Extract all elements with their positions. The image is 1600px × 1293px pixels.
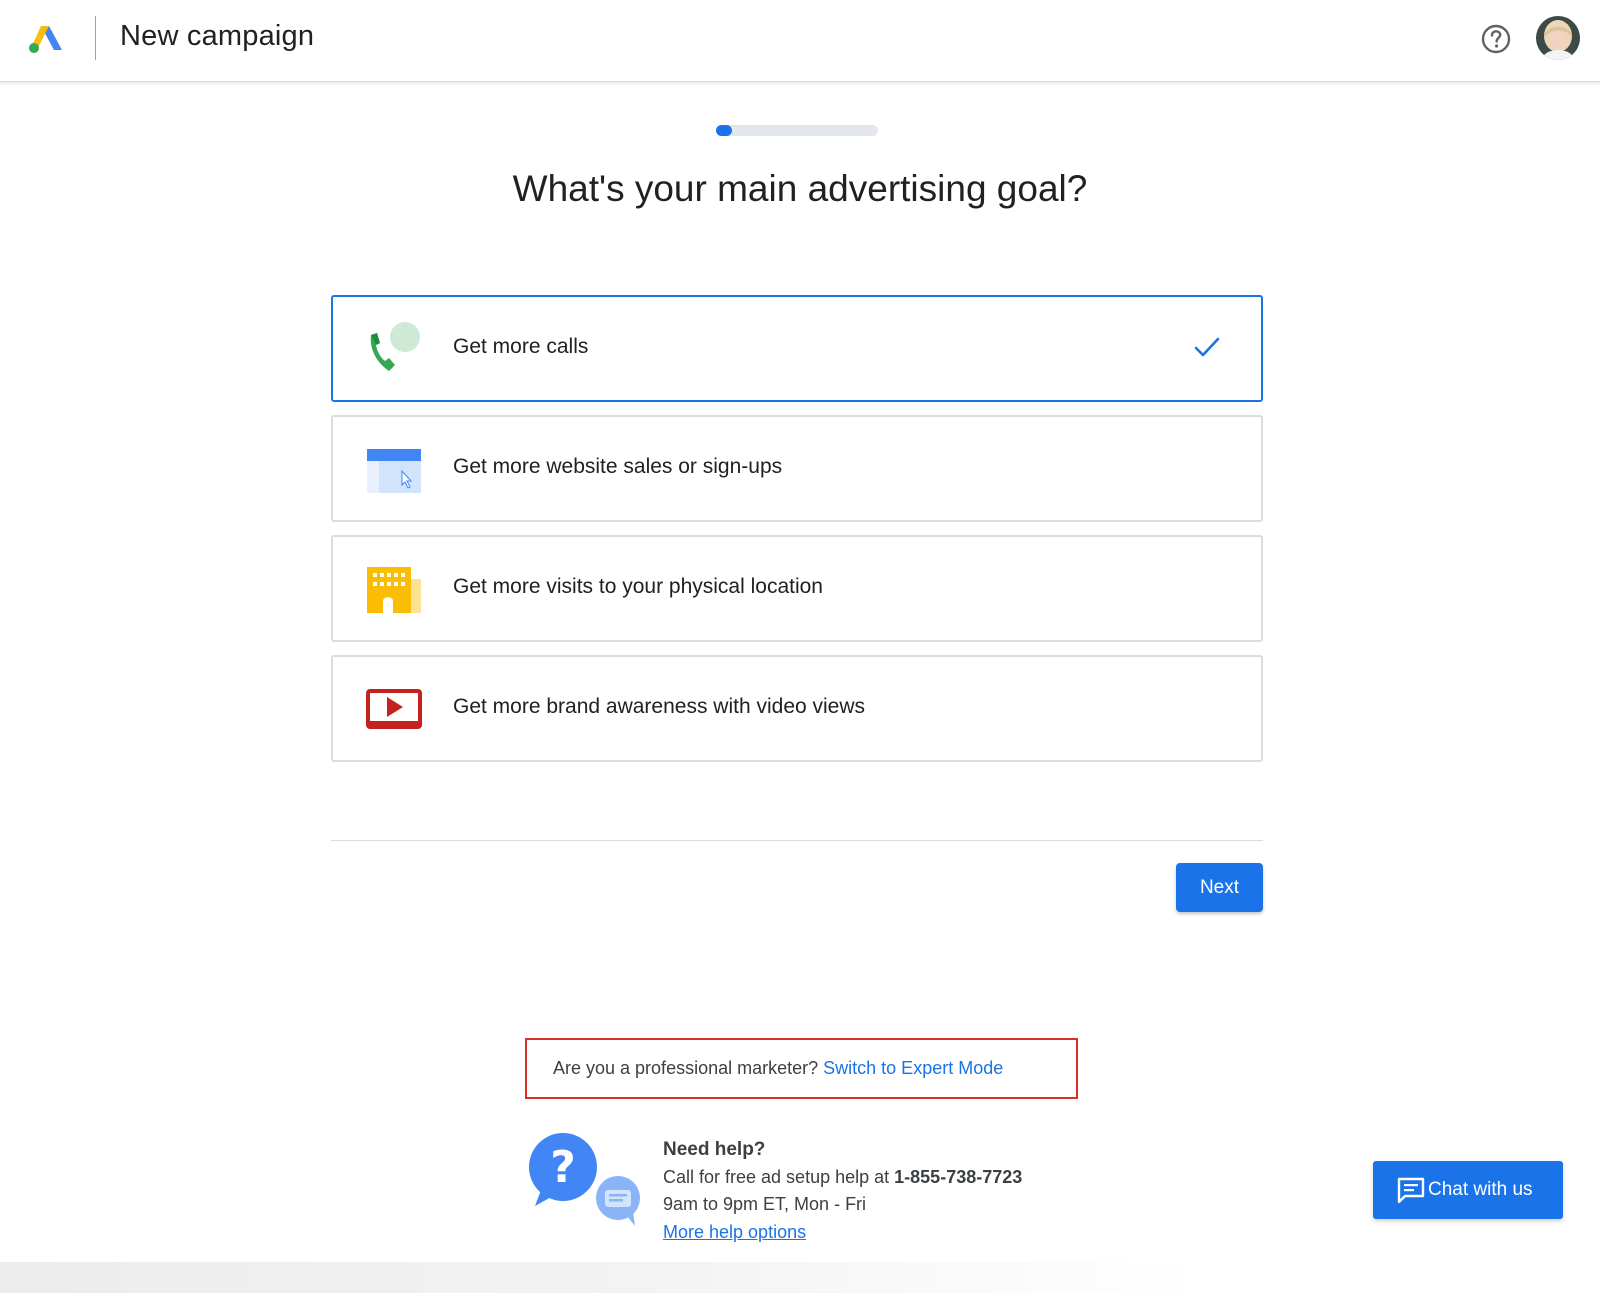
goal-option-brand-awareness[interactable]: Get more brand awareness with video view… (331, 655, 1263, 762)
goal-option-label: Get more calls (453, 335, 589, 358)
expert-mode-text: Are you a professional marketer? Switch … (553, 1058, 1003, 1079)
switch-to-expert-mode-link[interactable]: Switch to Expert Mode (823, 1058, 1003, 1078)
help-phone-number[interactable]: 1-855-738-7723 (894, 1167, 1022, 1187)
chat-button-label: Chat with us (1428, 1179, 1533, 1200)
checkmark-icon (1194, 337, 1220, 357)
help-chat-bubbles-icon: ? (529, 1133, 640, 1226)
chat-with-us-button[interactable]: Chat with us (1373, 1161, 1563, 1219)
help-info: Need help? Call for free ad setup help a… (663, 1136, 1022, 1246)
chat-icon (1397, 1177, 1425, 1203)
progress-bar-fill (716, 125, 733, 136)
svg-text:?: ? (550, 1142, 576, 1193)
page-title-header: New campaign (120, 20, 315, 52)
goal-question-heading: What's your main advertising goal? (512, 168, 1088, 209)
expert-mode-prompt: Are you a professional marketer? (553, 1058, 819, 1078)
help-call-line: Call for free ad setup help at 1-855-738… (663, 1164, 1022, 1192)
goal-options-list: Get more calls Get more website sales or… (331, 295, 1263, 775)
more-help-options-link[interactable]: More help options (663, 1222, 806, 1242)
user-avatar-icon (1536, 16, 1580, 60)
next-button[interactable]: Next (1176, 863, 1263, 912)
avatar[interactable] (1536, 16, 1580, 60)
section-divider (331, 840, 1263, 841)
goal-option-label: Get more brand awareness with video view… (453, 695, 866, 718)
video-play-icon (366, 689, 422, 729)
goal-option-website-sales[interactable]: Get more website sales or sign-ups (331, 415, 1263, 522)
help-circle-icon[interactable] (1480, 23, 1512, 55)
header-divider (95, 16, 96, 60)
goal-option-physical-visits[interactable]: Get more visits to your physical locatio… (331, 535, 1263, 642)
goal-option-calls[interactable]: Get more calls (331, 295, 1263, 402)
help-call-text: Call for free ad setup help at (663, 1166, 890, 1187)
help-heading: Need help? (663, 1139, 766, 1160)
help-hours: 9am to 9pm ET, Mon - Fri (663, 1194, 867, 1214)
progress-bar (716, 125, 878, 136)
browser-cursor-icon (367, 449, 421, 493)
google-ads-logo[interactable] (28, 24, 64, 54)
goal-option-label: Get more website sales or sign-ups (453, 455, 783, 478)
goal-option-label: Get more visits to your physical locatio… (453, 575, 823, 598)
expert-mode-callout: Are you a professional marketer? Switch … (525, 1038, 1078, 1099)
phone-chat-icon (370, 322, 420, 371)
storefront-icon (367, 567, 421, 613)
page-bottom-shadow (0, 1262, 1600, 1293)
top-app-bar: New campaign (0, 0, 1600, 82)
